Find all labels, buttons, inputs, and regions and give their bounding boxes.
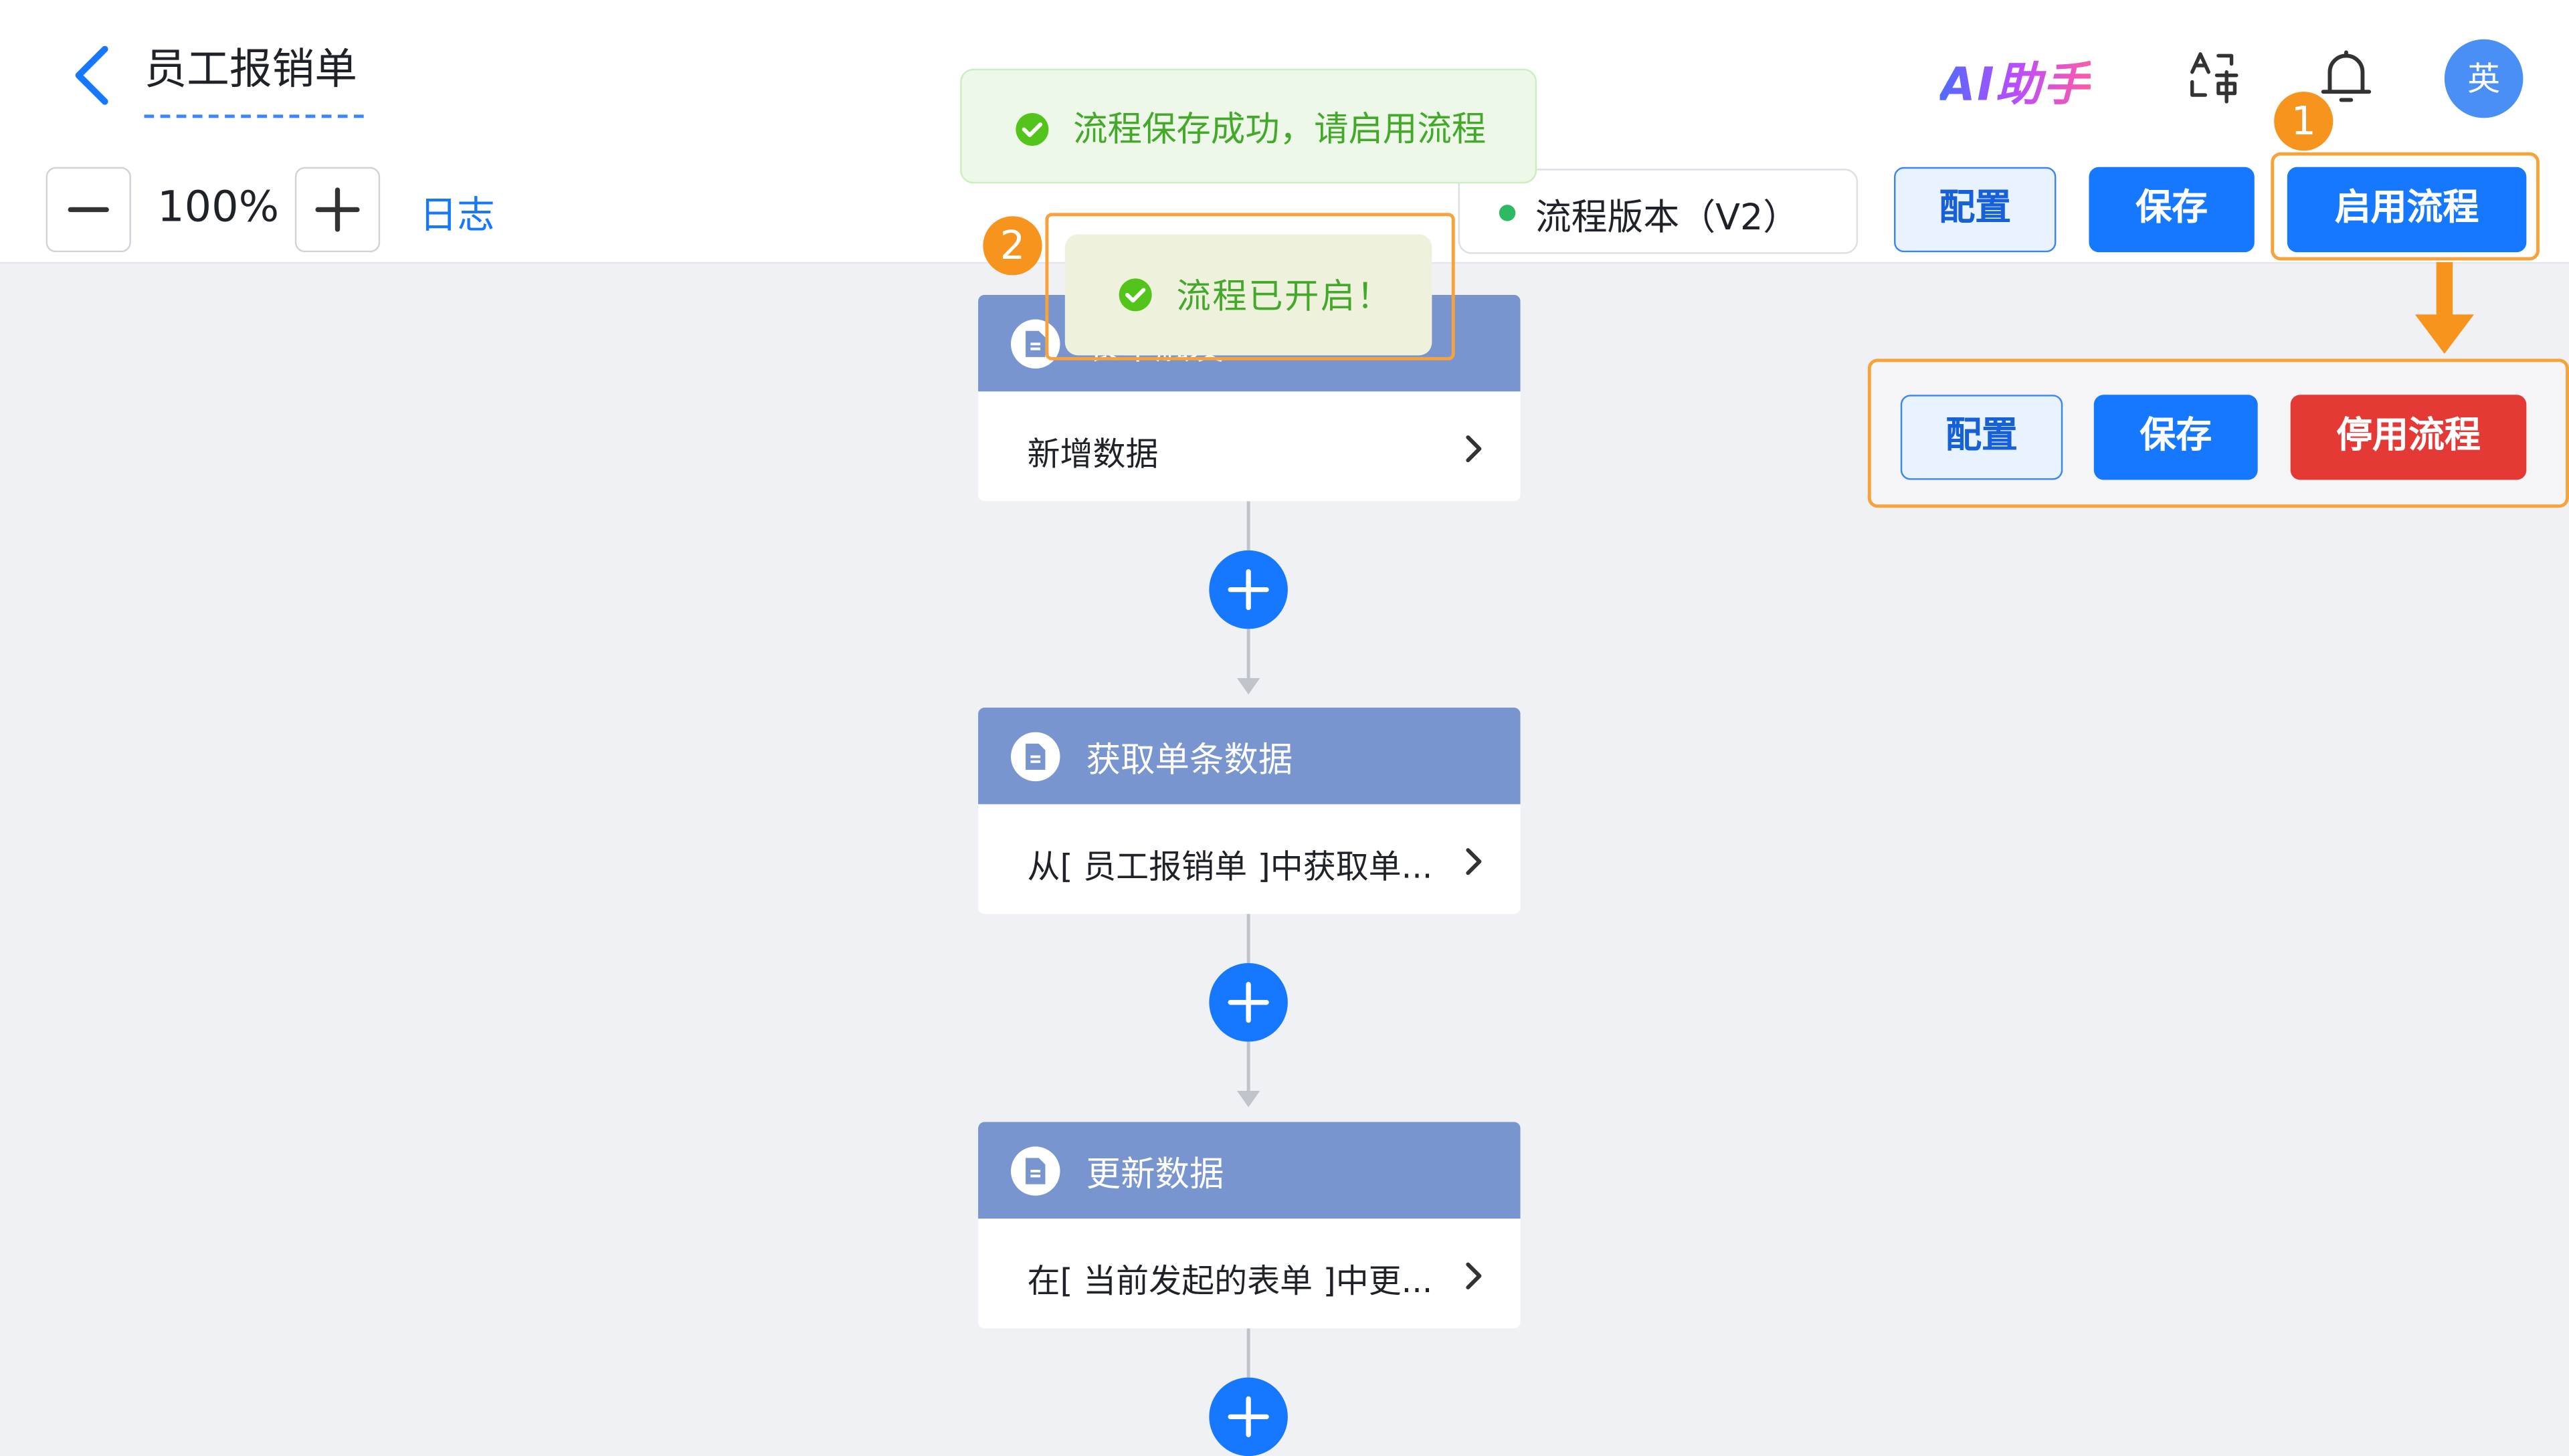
- zoom-level: 100%: [157, 183, 280, 233]
- node-description: 新增数据: [1027, 433, 1159, 474]
- config-button[interactable]: 配置: [1894, 167, 2057, 253]
- user-avatar[interactable]: 英: [2444, 39, 2524, 118]
- flow-node-update-data[interactable]: 更新数据 在[ 当前发起的表单 ]中更...: [978, 1122, 1521, 1329]
- page-title[interactable]: 员工报销单: [145, 43, 357, 98]
- back-arrow-icon[interactable]: [66, 43, 124, 108]
- plus-icon: [1228, 982, 1269, 1023]
- toast-message: 流程保存成功，请启用流程: [1073, 110, 1487, 149]
- disable-flow-button[interactable]: 停用流程: [2290, 395, 2527, 480]
- connector-arrow: [1236, 1091, 1260, 1108]
- connector-line: [1246, 1041, 1250, 1094]
- chevron-right-icon: [1463, 1258, 1486, 1294]
- node-description: 从[ 员工报销单 ]中获取单...: [1027, 847, 1433, 886]
- connector-line: [1246, 629, 1250, 682]
- plus-icon: [315, 187, 360, 232]
- plus-icon: [1228, 1396, 1269, 1437]
- document-icon: [1011, 1146, 1060, 1196]
- connector-line: [1246, 501, 1250, 550]
- minus-icon: [68, 207, 109, 213]
- plus-icon: [1228, 569, 1269, 611]
- ai-assistant-logo[interactable]: AI助手: [1940, 49, 2091, 114]
- chevron-right-icon: [1463, 843, 1486, 879]
- node-title: 更新数据: [1086, 1154, 1224, 1194]
- add-node-button[interactable]: [1209, 1377, 1288, 1456]
- highlight-box-enable: [2271, 152, 2540, 261]
- log-link[interactable]: 日志: [419, 183, 495, 239]
- toast-saved: 流程保存成功，请启用流程: [960, 68, 1537, 184]
- connector-arrow: [1236, 678, 1260, 695]
- version-label: 流程版本（V2）: [1535, 198, 1800, 239]
- node-title: 获取单条数据: [1086, 740, 1293, 780]
- config-button-after[interactable]: 配置: [1900, 395, 2063, 480]
- connector-line: [1246, 914, 1250, 963]
- notification-bell-icon[interactable]: [2317, 46, 2376, 108]
- step-badge-1: 1: [2274, 92, 2334, 151]
- connector-line: [1246, 1328, 1250, 1378]
- down-arrow-icon: [2412, 262, 2477, 357]
- highlight-box-toast: [1045, 213, 1455, 360]
- node-description: 在[ 当前发起的表单 ]中更...: [1027, 1261, 1433, 1301]
- zoom-out-button[interactable]: [45, 167, 131, 253]
- step-badge-2: 2: [983, 216, 1042, 276]
- title-underline: [144, 114, 364, 118]
- translate-icon[interactable]: [2186, 49, 2241, 104]
- document-icon: [1011, 732, 1060, 782]
- add-node-button[interactable]: [1209, 550, 1288, 629]
- success-check-icon: [1014, 112, 1050, 154]
- chevron-right-icon: [1463, 431, 1486, 467]
- save-button[interactable]: 保存: [2089, 167, 2255, 253]
- flow-node-get-single-data[interactable]: 获取单条数据 从[ 员工报销单 ]中获取单...: [978, 707, 1521, 914]
- save-button-after[interactable]: 保存: [2093, 395, 2258, 480]
- zoom-in-button[interactable]: [294, 167, 381, 253]
- add-node-button[interactable]: [1209, 963, 1288, 1042]
- version-status-dot: [1499, 205, 1516, 221]
